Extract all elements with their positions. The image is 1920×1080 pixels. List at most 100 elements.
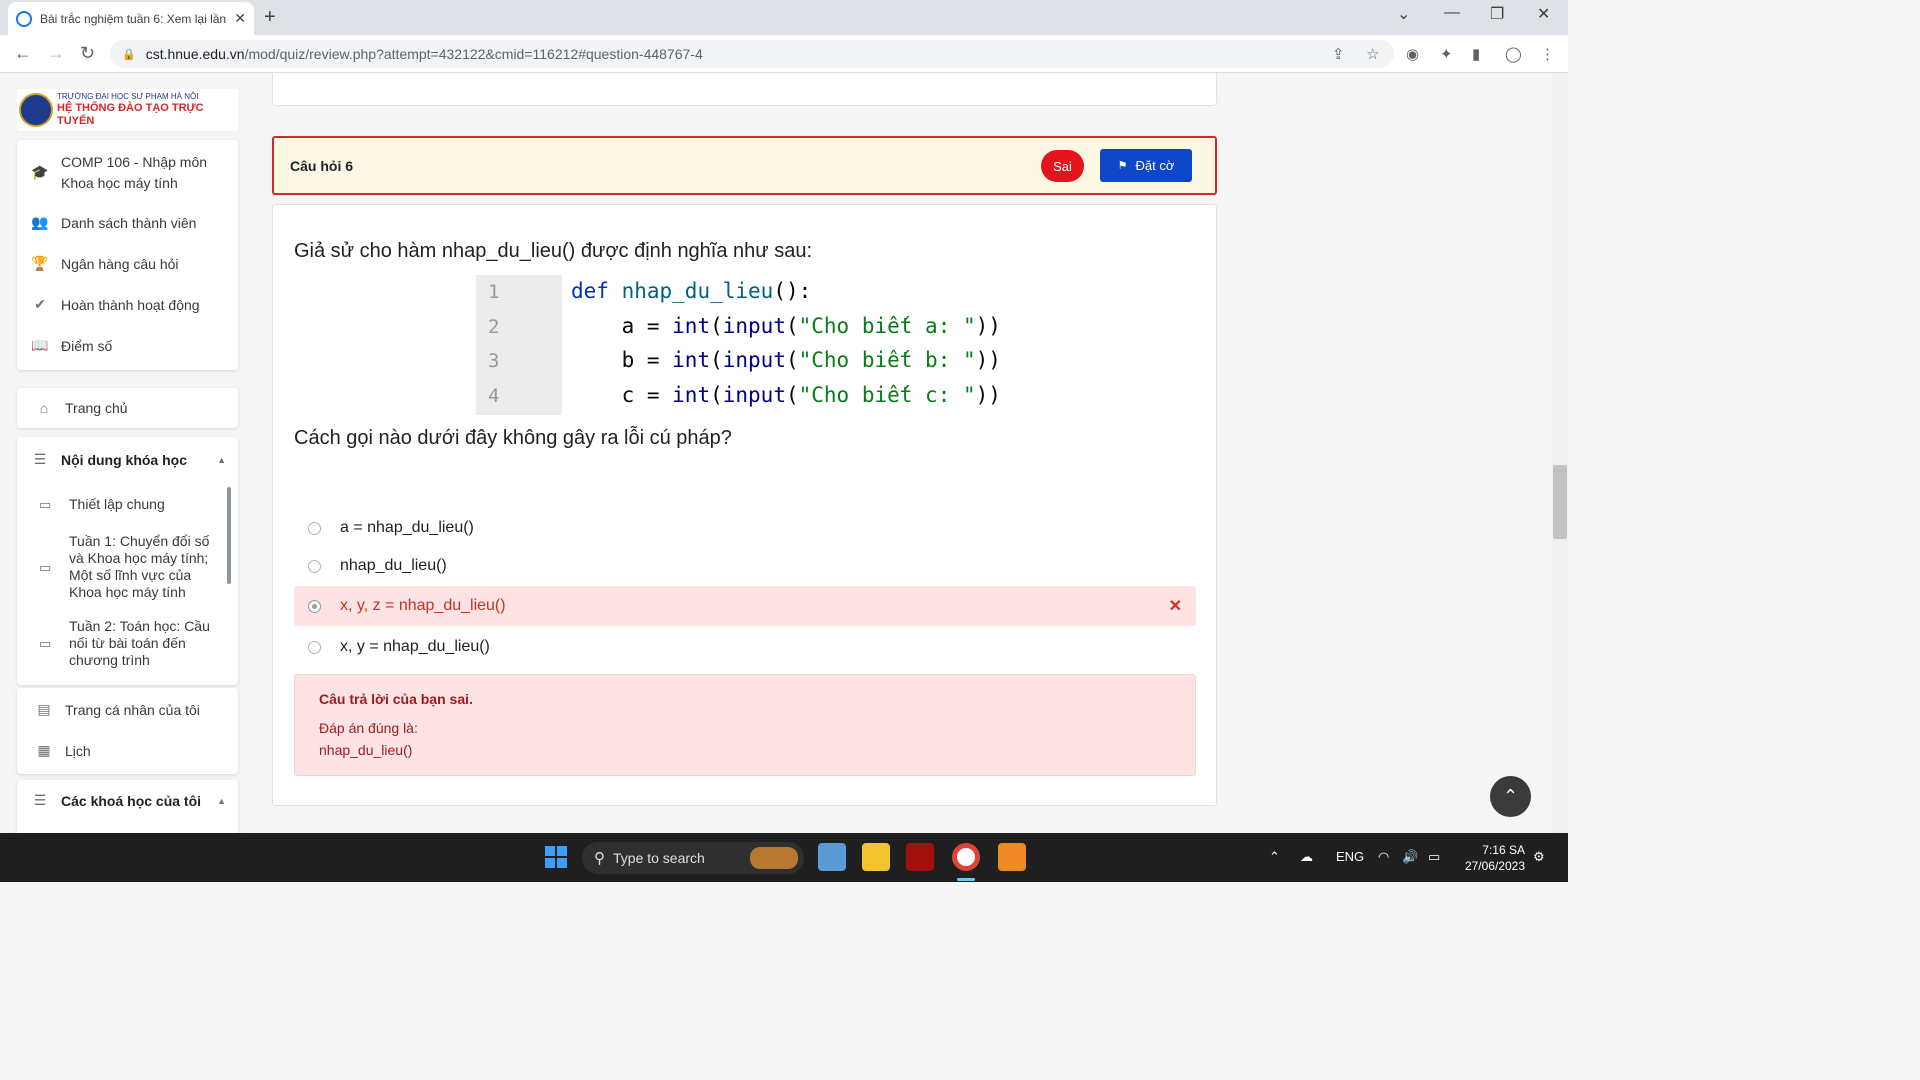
my-courses-toggle[interactable]: ☰ Các khoá học của tôi ▲ bbox=[31, 792, 226, 809]
extensions-icon[interactable]: ✦ bbox=[1440, 45, 1453, 63]
tab-search-icon[interactable]: ⌄ bbox=[1397, 4, 1410, 24]
menu-item-grades[interactable]: 📖 Điểm số bbox=[31, 337, 112, 354]
clock-date: 27/06/2023 bbox=[1464, 859, 1525, 873]
wifi-icon[interactable]: ◠ bbox=[1378, 849, 1389, 865]
chrome-icon[interactable] bbox=[952, 843, 980, 871]
minimize-icon[interactable]: — bbox=[1444, 4, 1460, 22]
question-number: Câu hỏi 6 bbox=[290, 158, 354, 174]
show-hidden-icons-icon[interactable]: ⌃ bbox=[1269, 849, 1280, 865]
question-ask: Cách gọi nào dưới đây không gây ra lỗi c… bbox=[294, 427, 732, 449]
flag-question-button[interactable]: ⚑ Đặt cờ bbox=[1100, 149, 1192, 182]
maximize-icon[interactable]: ❐ bbox=[1490, 4, 1504, 24]
content-item-general[interactable]: ▭ Thiết lập chung bbox=[39, 496, 214, 513]
logo-line1: TRƯỜNG ĐẠI HỌC SƯ PHẠM HÀ NỘI bbox=[57, 92, 199, 101]
radio-button[interactable] bbox=[308, 559, 321, 573]
previous-question-card bbox=[272, 73, 1217, 106]
content-item-week1[interactable]: ▭ Tuần 1: Chuyển đổi số và Khoa học máy … bbox=[39, 533, 214, 601]
close-window-icon[interactable]: ✕ bbox=[1537, 4, 1550, 24]
taskbar-search[interactable]: ⚲ Type to search bbox=[582, 842, 804, 874]
flag-button-label: Đặt cờ bbox=[1135, 158, 1175, 173]
app-icon[interactable] bbox=[906, 843, 934, 871]
answer-option[interactable]: a = nhap_du_lieu() bbox=[294, 508, 1196, 548]
nav-calendar[interactable]: ▦ Lịch bbox=[35, 742, 90, 759]
site-favicon-icon bbox=[16, 10, 32, 27]
option-text: x, y, z = nhap_du_lieu() bbox=[340, 597, 506, 614]
correct-answer-text: nhap_du_lieu() bbox=[319, 742, 413, 758]
answer-option[interactable]: nhap_du_lieu() bbox=[294, 546, 1196, 586]
scrollbar-thumb[interactable] bbox=[1553, 465, 1567, 539]
search-icon: ⚲ bbox=[594, 850, 605, 867]
home-icon: ⌂ bbox=[39, 400, 49, 416]
feedback-title: Câu trả lời của bạn sai. bbox=[319, 691, 473, 707]
windows-start-icon[interactable] bbox=[542, 843, 570, 871]
bookmark-star-icon[interactable]: ☆ bbox=[1366, 45, 1379, 63]
pdf-app-icon[interactable] bbox=[998, 843, 1026, 871]
menu-item-label: Điểm số bbox=[61, 337, 113, 354]
url-bar[interactable]: 🔒 cst.hnue.edu.vn/mod/quiz/review.php?at… bbox=[110, 40, 1394, 68]
page-scrollbar[interactable] bbox=[1552, 73, 1568, 833]
graduation-cap-icon: 🎓 bbox=[31, 164, 49, 180]
share-icon[interactable]: ⇪ bbox=[1332, 45, 1345, 63]
my-courses-section: ☰ Các khoá học của tôi ▲ bbox=[17, 780, 238, 833]
clock-time: 7:16 SA bbox=[1482, 843, 1525, 857]
profile-icon[interactable]: ◯ bbox=[1505, 45, 1522, 63]
menu-icon[interactable]: ⋮ bbox=[1540, 45, 1555, 63]
nav-home[interactable]: ⌂ Trang chủ bbox=[35, 400, 128, 416]
site-logo[interactable]: TRƯỜNG ĐẠI HỌC SƯ PHẠM HÀ NỘI HỆ THỐNG Đ… bbox=[17, 89, 238, 131]
volume-icon[interactable]: 🔊 bbox=[1402, 849, 1418, 865]
content-item-label: Tuần 2: Toán học: Cầu nối từ bài toán đế… bbox=[69, 618, 210, 668]
notification-icon[interactable]: ⚙ bbox=[1533, 849, 1545, 865]
battery-icon[interactable]: ▭ bbox=[1428, 849, 1440, 865]
search-highlight-image bbox=[750, 847, 798, 869]
correct-answer-label: Đáp án đúng là: bbox=[319, 720, 418, 736]
radio-button[interactable] bbox=[308, 521, 321, 535]
menu-item-question-bank[interactable]: 🏆 Ngân hàng câu hỏi bbox=[31, 255, 178, 272]
book-icon: 📖 bbox=[31, 337, 49, 353]
back-icon[interactable]: ← bbox=[14, 43, 32, 64]
nav-profile[interactable]: ▤ Trang cá nhân của tôi bbox=[35, 701, 200, 718]
active-app-indicator bbox=[957, 878, 975, 881]
radio-button[interactable] bbox=[308, 640, 321, 654]
menu-item-label: Danh sách thành viên bbox=[61, 214, 197, 231]
back-to-top-button[interactable]: ⌃ bbox=[1490, 776, 1531, 817]
menu-item-completion[interactable]: ✔ Hoàn thành hoạt động bbox=[31, 296, 199, 313]
content-item-week2[interactable]: ▭ Tuần 2: Toán học: Cầu nối từ bài toán … bbox=[39, 618, 214, 669]
clock[interactable]: 7:16 SA 27/06/2023 bbox=[1455, 842, 1525, 874]
new-tab-icon[interactable]: + bbox=[264, 6, 276, 29]
line-number: 2 bbox=[488, 316, 500, 338]
code-image: 1 2 3 4 def nhap_du_lieu(): a = int(inpu… bbox=[476, 275, 1016, 415]
file-explorer-icon[interactable] bbox=[862, 843, 890, 871]
users-icon: 👥 bbox=[31, 214, 49, 230]
section-scrollbar[interactable] bbox=[227, 487, 231, 584]
flag-icon: ⚑ bbox=[1117, 160, 1128, 172]
language-indicator[interactable]: ENG bbox=[1336, 849, 1364, 864]
tab-title: Bài trắc nghiệm tuần 6: Xem lại lần bbox=[40, 11, 227, 26]
side-panel-icon[interactable]: ▮ bbox=[1472, 45, 1480, 63]
answer-option-selected-incorrect[interactable]: x, y, z = nhap_du_lieu() ✕ bbox=[294, 586, 1196, 626]
code-line: c = int(input("Cho biết c: ")) bbox=[571, 383, 1001, 407]
nav-home-card: ⌂ Trang chủ bbox=[17, 388, 238, 428]
forward-icon[interactable]: → bbox=[47, 43, 65, 64]
camera-icon[interactable]: ◉ bbox=[1406, 45, 1419, 63]
calendar-icon: ▦ bbox=[37, 742, 51, 758]
close-tab-icon[interactable]: ✕ bbox=[234, 10, 246, 27]
radio-button-selected[interactable] bbox=[308, 599, 321, 613]
nav-personal-card: ▤ Trang cá nhân của tôi ▦ Lịch bbox=[17, 688, 238, 774]
question-prompt: Giả sử cho hàm nhap_du_lieu() được định … bbox=[294, 240, 813, 262]
onedrive-icon[interactable]: ☁ bbox=[1300, 849, 1313, 865]
course-content-toggle[interactable]: ☰ Nội dung khóa học ▲ bbox=[31, 451, 226, 468]
code-line: b = int(input("Cho biết b: ")) bbox=[571, 348, 1001, 372]
task-manager-icon[interactable] bbox=[818, 843, 846, 871]
course-menu: 🎓 COMP 106 - Nhập môn Khoa học máy tính … bbox=[17, 140, 238, 370]
menu-item-participants[interactable]: 👥 Danh sách thành viên bbox=[31, 214, 196, 231]
menu-item-course[interactable]: 🎓 COMP 106 - Nhập môn Khoa học máy tính bbox=[31, 152, 231, 194]
line-number: 3 bbox=[488, 350, 500, 372]
logo-line2: HỆ THỐNG ĐÀO TẠO TRỰC TUYẾN bbox=[57, 102, 204, 127]
reload-icon[interactable]: ↻ bbox=[80, 43, 95, 64]
windows-taskbar: ⚲ Type to search ⌃ ☁ ENG ◠ 🔊 ▭ 7:16 SA 2… bbox=[0, 833, 1568, 882]
page-content: TRƯỜNG ĐẠI HỌC SƯ PHẠM HÀ NỘI HỆ THỐNG Đ… bbox=[0, 73, 1552, 833]
folder-icon: ▭ bbox=[39, 636, 52, 651]
browser-tab[interactable]: Bài trắc nghiệm tuần 6: Xem lại lần ✕ bbox=[8, 2, 254, 35]
answer-option[interactable]: x, y = nhap_du_lieu() bbox=[294, 627, 1196, 667]
folder-icon: ▭ bbox=[39, 559, 52, 575]
